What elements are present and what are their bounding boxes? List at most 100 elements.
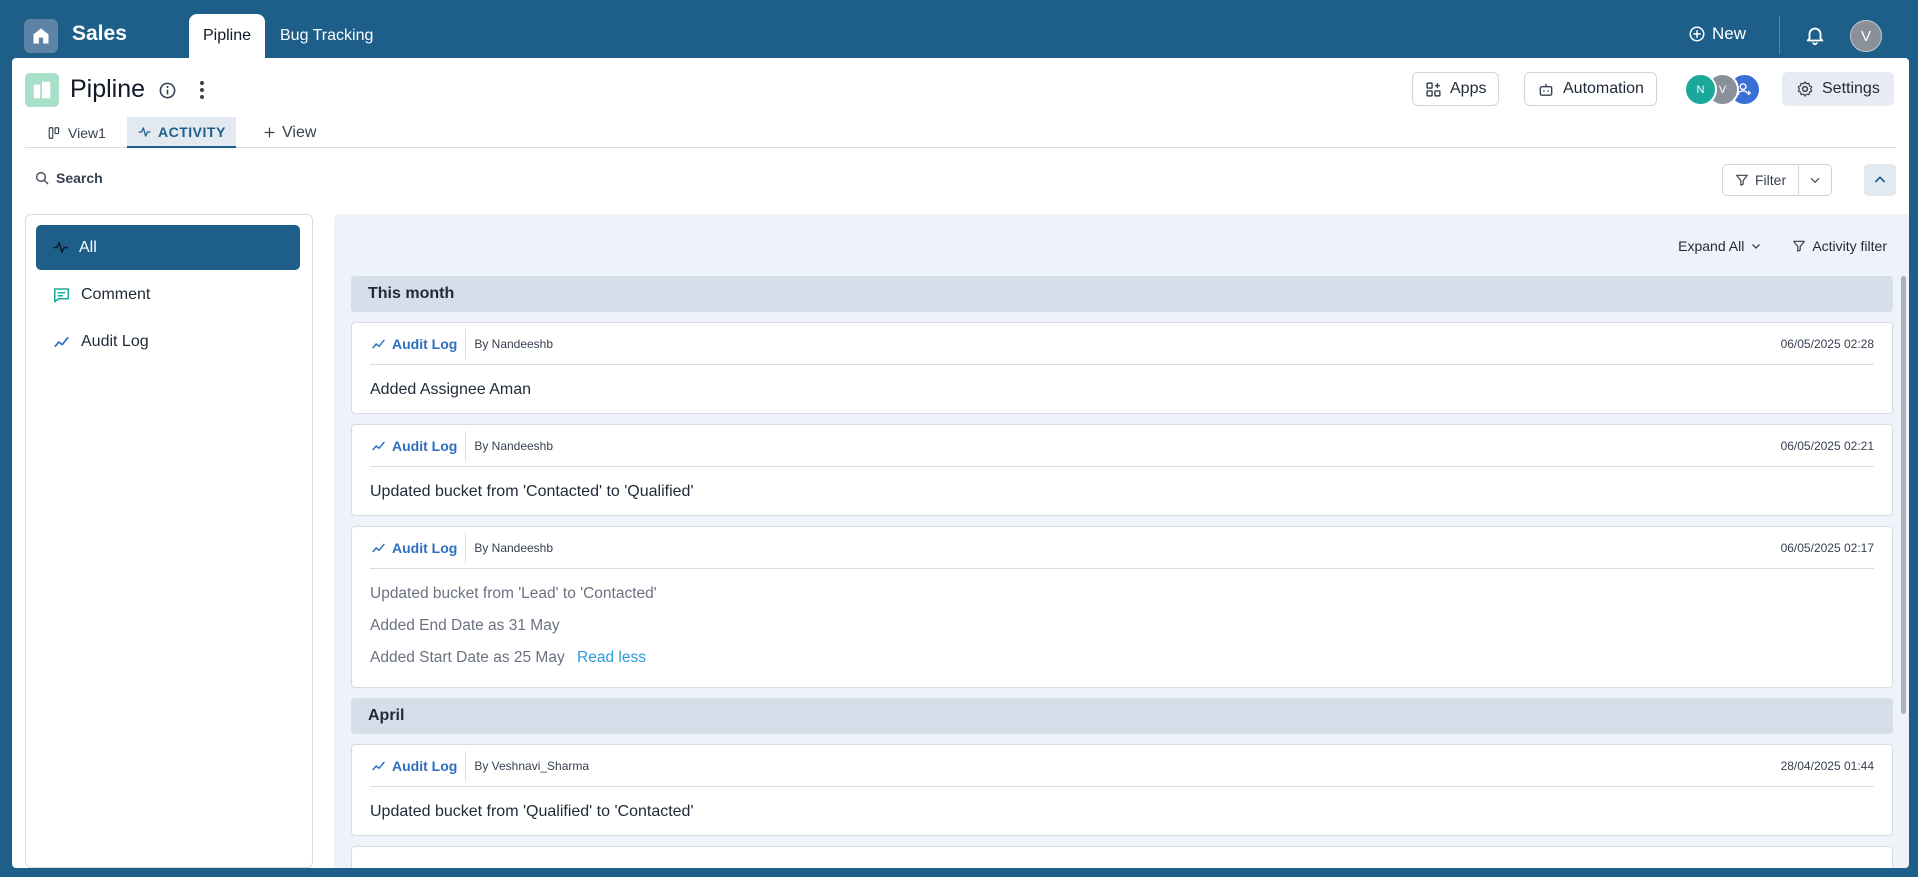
tab-view1-label: View1 [68,124,106,141]
activity-entry: Audit Log By Nandeeshb 06/05/2025 02:17 … [351,526,1893,688]
settings-button[interactable]: Settings [1782,72,1894,106]
activity-icon [53,241,68,254]
entry-header: Audit Log By Nandeeshb 06/05/2025 02:28 [370,323,1874,365]
activity-type-sidebar: All Comment Audit Log [25,214,313,868]
main-panel: Pipline Apps Automation N V Settings Vie… [12,58,1909,868]
apps-button-label: Apps [1450,80,1487,97]
apps-grid-icon [1426,81,1441,97]
chevron-down-icon [1810,177,1820,184]
plus-circle-icon [1689,26,1705,42]
sidebar-item-label: Comment [81,285,151,303]
info-button[interactable] [158,81,177,105]
activity-feed: Expand All Activity filter This month Au… [334,214,1909,868]
activity-filter-button[interactable]: Activity filter [1792,238,1887,254]
entry-timestamp: 06/05/2025 02:17 [1780,540,1874,555]
filter-button[interactable]: Filter [1723,165,1800,195]
board-view-icon [48,126,60,139]
search-button[interactable]: Search [34,170,103,186]
sidebar-item-label: Audit Log [81,332,149,350]
entry-text: Added End Date as 31 May [370,617,560,634]
search-label: Search [56,170,103,186]
entry-text: Updated bucket from 'Lead' to 'Contacted… [370,585,657,602]
trend-line-icon [54,336,69,347]
member-avatar[interactable]: N [1684,73,1717,106]
user-avatar[interactable]: V [1850,20,1882,52]
divider [1779,16,1780,54]
home-button[interactable] [24,19,58,53]
entry-author: By Nandeeshb [474,540,554,555]
robot-icon [1539,83,1553,96]
activity-icon [138,126,151,137]
entry-type-label: Audit Log [392,437,458,454]
search-icon [36,172,49,185]
filter-group: Filter [1722,164,1833,196]
plus-icon [264,127,275,138]
entry-timestamp: 06/05/2025 02:21 [1780,438,1874,453]
entry-text-row: Added Start Date as 25 May Read less [370,649,646,667]
read-less-link[interactable]: Read less [577,649,646,666]
page-icon [25,73,59,107]
more-options-button[interactable] [198,80,206,105]
automation-button-label: Automation [1563,80,1644,97]
chevron-down-icon [1752,244,1761,249]
activity-entry [351,846,1893,868]
sidebar-item-audit-log[interactable]: Audit Log [36,319,300,364]
tab-view1[interactable]: View1 [37,117,116,148]
group-header: April [351,698,1893,734]
tab-pipline[interactable]: Pipline [189,14,266,58]
group-header: This month [351,276,1893,312]
filter-dropdown-button[interactable] [1799,165,1831,195]
new-button-label: New [1712,24,1747,43]
feed-tools: Expand All Activity filter [1678,238,1887,254]
entry-author: By Nandeeshb [474,336,554,351]
sidebar-item-all[interactable]: All [36,225,300,270]
entry-timestamp: 06/05/2025 02:28 [1780,336,1874,351]
trend-line-icon [372,440,385,451]
automation-button[interactable]: Automation [1524,72,1657,106]
entry-type: Audit Log [370,328,467,359]
building-icon [33,81,51,99]
comment-icon [54,287,69,302]
tab-bug-tracking[interactable]: Bug Tracking [266,14,387,58]
top-bar: Sales Pipline Bug Tracking New V [0,0,1918,58]
filter-label: Filter [1755,172,1787,188]
kebab-menu-icon [200,81,204,99]
activity-entry: Audit Log By Nandeeshb 06/05/2025 02:21 … [351,424,1893,516]
trend-line-icon [372,338,385,349]
filter-icon [1736,174,1748,186]
entry-header: Audit Log By Veshnavi_Sharma 28/04/2025 … [370,745,1874,787]
notifications-button[interactable] [1804,23,1826,52]
entry-timestamp: 28/04/2025 01:44 [1780,758,1874,773]
entry-type: Audit Log [370,430,467,461]
entry-type-label: Audit Log [392,757,458,774]
expand-all-label: Expand All [1678,238,1745,254]
info-icon [159,82,176,99]
feed-scrollbar[interactable] [1901,276,1906,714]
activity-entry: Audit Log By Nandeeshb 06/05/2025 02:28 … [351,322,1893,414]
member-avatars: N V [1684,73,1764,106]
entry-text: Added Assignee Aman [370,381,532,398]
add-view-button[interactable]: View [253,117,326,148]
sidebar-item-comment[interactable]: Comment [36,272,300,317]
new-button[interactable]: New [1688,24,1746,44]
expand-all-button[interactable]: Expand All [1678,238,1762,254]
apps-button[interactable]: Apps [1412,72,1500,106]
entry-author: By Nandeeshb [474,438,554,453]
view-tabs: View1 ACTIVITY View [25,117,1896,148]
entry-text: Added Start Date as 25 May [370,649,565,666]
page-title: Pipline [70,75,146,103]
tab-activity[interactable]: ACTIVITY [127,117,236,148]
add-view-label: View [282,123,317,141]
entry-type: Audit Log [370,532,467,563]
bell-icon [1806,27,1824,46]
filter-icon [1793,240,1806,252]
app-title: Sales [72,22,127,45]
trend-line-icon [372,760,385,771]
sidebar-item-label: All [79,238,97,256]
trend-line-icon [372,542,385,553]
activity-filter-label: Activity filter [1812,238,1887,254]
entry-text: Updated bucket from 'Contacted' to 'Qual… [370,483,694,500]
entry-header: Audit Log By Nandeeshb 06/05/2025 02:17 [370,527,1874,569]
gear-icon [1797,81,1813,97]
collapse-button[interactable] [1864,164,1896,196]
